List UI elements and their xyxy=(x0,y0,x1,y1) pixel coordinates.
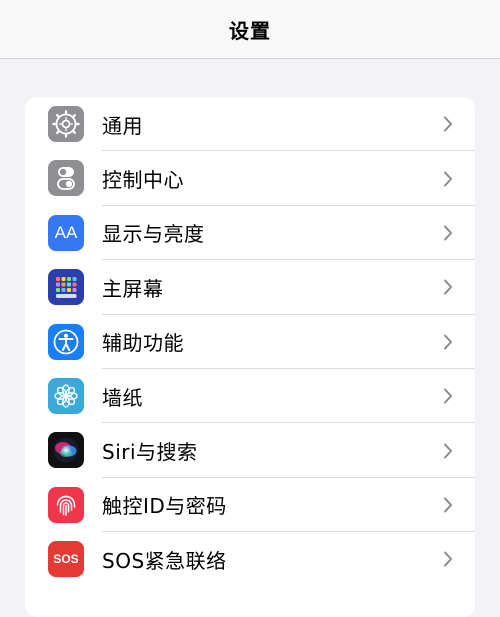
chevron-right-icon xyxy=(444,497,452,513)
settings-row-label: 触控ID与密码 xyxy=(102,494,227,519)
siri-icon xyxy=(48,432,84,469)
settings-row-label: SOS紧急联络 xyxy=(102,548,227,573)
chevron-right-icon xyxy=(444,116,452,132)
home-screen-grid-icon xyxy=(48,269,84,306)
flower-icon xyxy=(48,377,84,414)
toggles-icon xyxy=(48,160,84,197)
fingerprint-icon xyxy=(48,486,84,523)
chevron-right-icon xyxy=(444,388,452,404)
settings-list: 通用 控制中心 AA 显示与亮度 主屏幕 辅助功能 墙纸 Siri与搜索 触控I… xyxy=(25,97,475,617)
page-title: 设置 xyxy=(229,18,271,43)
settings-row-general[interactable]: 通用 xyxy=(25,97,475,152)
settings-row-label: 辅助功能 xyxy=(102,331,184,356)
icon-glyph: AA xyxy=(54,222,78,242)
chevron-right-icon xyxy=(444,279,452,295)
settings-row-wallpaper[interactable]: 墙纸 xyxy=(25,369,475,424)
chevron-right-icon xyxy=(444,443,452,459)
settings-row-accessibility[interactable]: 辅助功能 xyxy=(25,315,475,369)
settings-row-emergency-sos[interactable]: SOS SOS紧急联络 xyxy=(25,532,475,586)
settings-row-label: 墙纸 xyxy=(102,385,143,410)
settings-row-display-brightness[interactable]: AA 显示与亮度 xyxy=(25,206,475,261)
sos-icon: SOS xyxy=(48,541,84,578)
chevron-right-icon xyxy=(444,551,452,567)
chevron-right-icon xyxy=(444,225,452,241)
settings-row-label: 显示与亮度 xyxy=(102,222,205,247)
settings-row-label: Siri与搜索 xyxy=(102,440,198,465)
settings-row-siri-search[interactable]: Siri与搜索 xyxy=(25,423,475,478)
settings-row-home-screen[interactable]: 主屏幕 xyxy=(25,260,475,315)
icon-glyph: SOS xyxy=(53,552,79,567)
settings-row-control-center[interactable]: 控制中心 xyxy=(25,151,475,206)
settings-row-label: 通用 xyxy=(102,113,143,138)
gear-icon xyxy=(48,106,84,142)
settings-row-touch-id-passcode[interactable]: 触控ID与密码 xyxy=(25,478,475,533)
settings-row-label: 控制中心 xyxy=(102,168,184,193)
chevron-right-icon xyxy=(444,171,452,187)
text-size-icon: AA xyxy=(48,214,84,251)
settings-row-label: 主屏幕 xyxy=(102,276,164,301)
navigation-bar: 设置 xyxy=(0,0,500,59)
accessibility-icon xyxy=(48,323,84,360)
chevron-right-icon xyxy=(444,334,452,350)
